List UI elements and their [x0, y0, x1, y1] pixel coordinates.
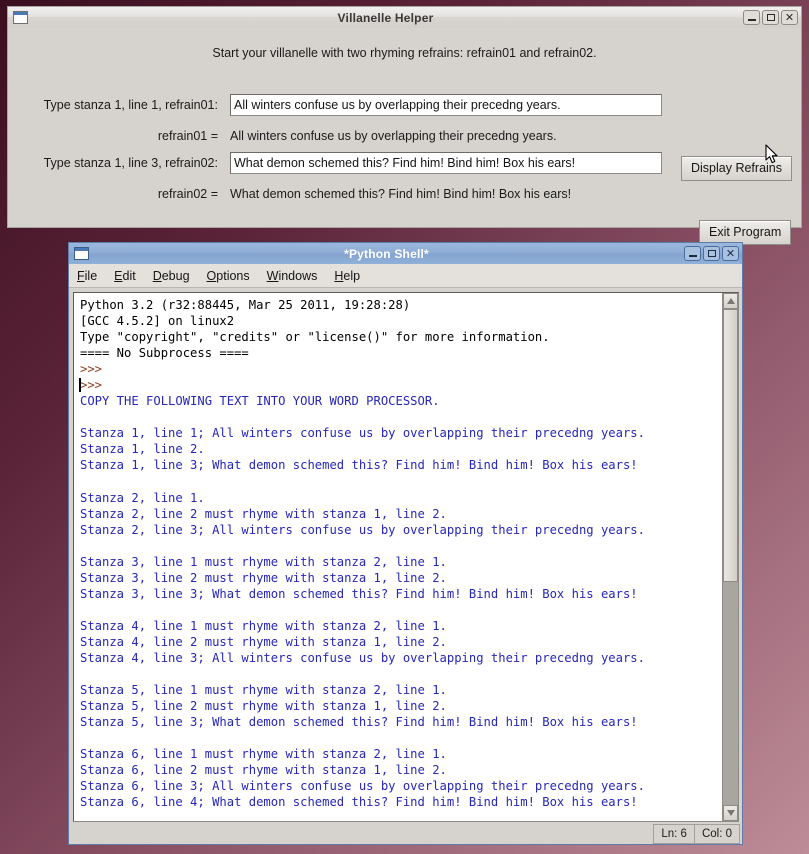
- shell-line: [80, 666, 722, 682]
- shell-line: [80, 730, 722, 746]
- instruction-text: Start your villanelle with two rhyming r…: [212, 46, 597, 60]
- close-icon[interactable]: ✕: [781, 10, 798, 25]
- shell-line: Stanza 6, line 4; What demon schemed thi…: [80, 795, 638, 810]
- shell-line: Stanza 1, line 3; What demon schemed thi…: [80, 458, 638, 473]
- shell-window-controls: ✕: [684, 246, 739, 261]
- menu-item-help[interactable]: Help: [334, 269, 360, 283]
- shell-line: [80, 409, 722, 425]
- shell-line: Stanza 4, line 3; All winters confuse us…: [80, 651, 645, 666]
- shell-line: Stanza 5, line 1 must rhyme with stanza …: [80, 683, 447, 698]
- menu-item-windows[interactable]: Windows: [267, 269, 318, 283]
- refrain01-input[interactable]: All winters confuse us by overlapping th…: [230, 94, 662, 116]
- maximize-icon[interactable]: [703, 246, 720, 261]
- refrain02-echo-value: What demon schemed this? Find him! Bind …: [230, 187, 572, 201]
- python-shell-window: *Python Shell* ✕ File Edit Debug Options Win…: [68, 242, 743, 845]
- shell-line: ==== No Subprocess ====: [80, 346, 249, 361]
- window-icon: [74, 247, 89, 260]
- shell-line: Stanza 6, line 3; All winters confuse us…: [80, 779, 645, 794]
- status-column-number: Col: 0: [693, 824, 740, 844]
- menu-item-file[interactable]: File: [77, 269, 97, 283]
- refrain01-echo-value: All winters confuse us by overlapping th…: [230, 129, 557, 143]
- shell-line: Stanza 5, line 3; What demon schemed thi…: [80, 715, 638, 730]
- scroll-thumb[interactable]: [723, 309, 738, 582]
- refrain01-input-row: Type stanza 1, line 1, refrain01: All wi…: [8, 94, 801, 116]
- minimize-icon[interactable]: [743, 10, 760, 25]
- shell-output-area[interactable]: Python 3.2 (r32:88445, Mar 25 2011, 19:2…: [73, 292, 739, 822]
- close-icon[interactable]: ✕: [722, 246, 739, 261]
- mouse-cursor: [765, 144, 778, 164]
- refrain02-input[interactable]: What demon schemed this? Find him! Bind …: [230, 152, 662, 174]
- villanelle-helper-window: Villanelle Helper ✕ Start your villanell…: [7, 6, 802, 245]
- shell-line: Stanza 3, line 3; What demon schemed thi…: [80, 586, 638, 601]
- shell-line: Stanza 5, line 2 must rhyme with stanza …: [80, 699, 447, 714]
- window-icon: [13, 11, 28, 24]
- shell-line: [80, 474, 722, 490]
- shell-line: Stanza 6, line 2 must rhyme with stanza …: [80, 763, 447, 778]
- scroll-down-arrow-icon[interactable]: [723, 805, 738, 821]
- shell-line: Stanza 3, line 1 must rhyme with stanza …: [80, 554, 447, 569]
- scroll-up-arrow-icon[interactable]: [723, 293, 738, 309]
- shell-line: [80, 538, 722, 554]
- menu-item-options[interactable]: Options: [207, 269, 250, 283]
- refrain01-echo-row: refrain01 = All winters confuse us by ov…: [8, 129, 801, 143]
- shell-line: Stanza 2, line 1.: [80, 490, 205, 505]
- shell-output-text[interactable]: Python 3.2 (r32:88445, Mar 25 2011, 19:2…: [74, 293, 722, 821]
- refrain02-echo-row: refrain02 = What demon schemed this? Fin…: [8, 187, 801, 201]
- villanelle-window-controls: ✕: [743, 10, 798, 25]
- villanelle-window-title: Villanelle Helper: [337, 10, 434, 25]
- shell-line: >>>: [80, 362, 103, 377]
- shell-line: Type "copyright", "credits" or "license(…: [80, 330, 550, 345]
- minimize-icon[interactable]: [684, 246, 701, 261]
- shell-line: Stanza 2, line 2 must rhyme with stanza …: [80, 506, 447, 521]
- shell-line: Stanza 6, line 1 must rhyme with stanza …: [80, 747, 447, 762]
- shell-line: [GCC 4.5.2] on linux2: [80, 314, 235, 329]
- shell-statusbar: Ln: 6 Col: 0: [69, 824, 742, 844]
- menu-item-debug[interactable]: Debug: [153, 269, 190, 283]
- villanelle-body: Start your villanelle with two rhyming r…: [7, 28, 802, 245]
- shell-line: Stanza 3, line 2 must rhyme with stanza …: [80, 570, 447, 585]
- refrain02-echo-label: refrain02 =: [157, 187, 218, 201]
- shell-titlebar[interactable]: *Python Shell* ✕: [68, 242, 743, 264]
- maximize-icon[interactable]: [762, 10, 779, 25]
- refrain02-input-label: Type stanza 1, line 3, refrain02:: [43, 156, 218, 170]
- shell-line: Stanza 4, line 2 must rhyme with stanza …: [80, 634, 447, 649]
- refrain01-echo-label: refrain01 =: [157, 129, 218, 143]
- menu-item-edit[interactable]: Edit: [114, 269, 136, 283]
- shell-line: Stanza 4, line 1 must rhyme with stanza …: [80, 618, 447, 633]
- scroll-track[interactable]: [723, 309, 738, 805]
- villanelle-titlebar[interactable]: Villanelle Helper ✕: [7, 6, 802, 28]
- shell-line: Python 3.2 (r32:88445, Mar 25 2011, 19:2…: [80, 298, 411, 312]
- shell-line: Stanza 1, line 2.: [80, 442, 205, 457]
- shell-vertical-scrollbar[interactable]: [722, 293, 738, 821]
- shell-line: COPY THE FOLLOWING TEXT INTO YOUR WORD P…: [80, 394, 440, 409]
- shell-line: Stanza 1, line 1; All winters confuse us…: [80, 426, 645, 441]
- refrain01-input-label: Type stanza 1, line 1, refrain01:: [43, 98, 218, 112]
- shell-menubar: File Edit Debug Options Windows Help: [69, 264, 742, 288]
- shell-line: >>>: [79, 377, 722, 393]
- shell-line: Stanza 2, line 3; All winters confuse us…: [80, 522, 645, 537]
- status-line-number: Ln: 6: [653, 824, 694, 844]
- shell-body: File Edit Debug Options Windows Help Python 3…: [68, 264, 743, 845]
- shell-window-title: *Python Shell*: [344, 246, 429, 261]
- shell-line: [80, 602, 722, 618]
